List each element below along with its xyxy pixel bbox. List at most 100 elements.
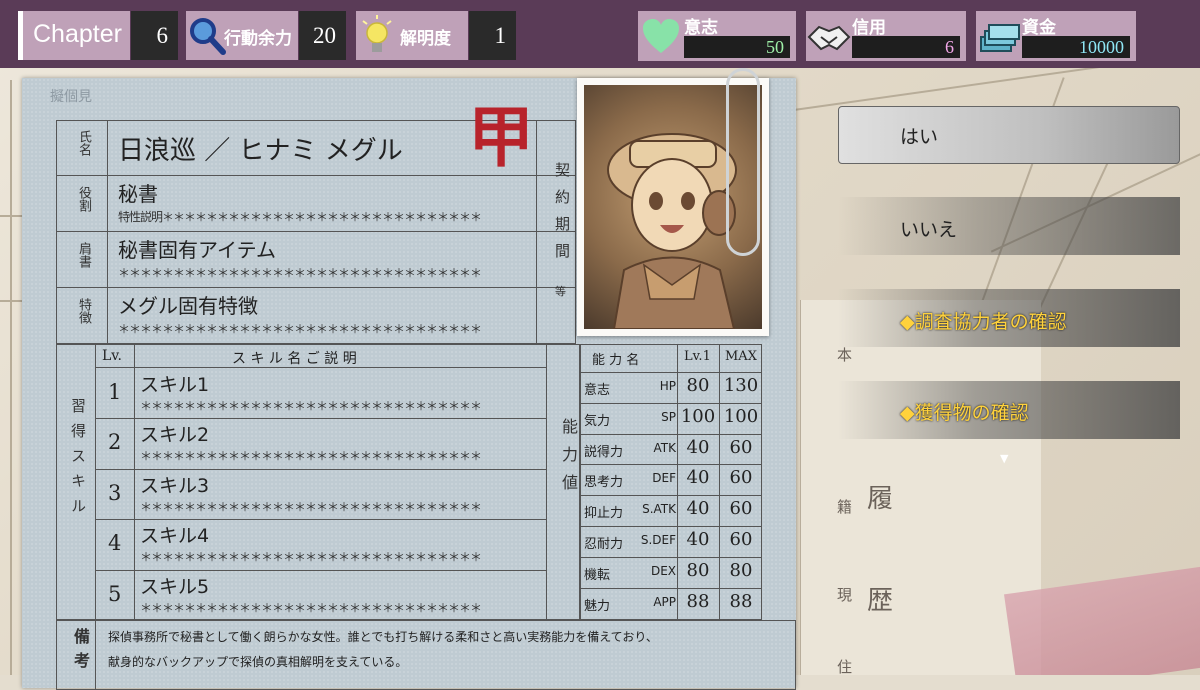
ability-lv1-value: 80 <box>686 559 710 581</box>
ability-code: HP <box>659 379 676 393</box>
trait-description: ＊＊＊＊＊＊＊＊＊＊＊＊＊＊＊＊＊＊＊＊＊＊＊＊＊＊＊＊＊＊＊＊＊ <box>118 322 482 336</box>
ability-name: 意志 <box>584 383 611 398</box>
paper-clip-icon <box>726 68 760 256</box>
ability-name: 思考力 <box>584 475 624 491</box>
ability-max-value: 60 <box>729 467 753 489</box>
heart-icon <box>643 19 679 53</box>
ability-lv1-value: 40 <box>686 498 710 520</box>
ability-lv1-value: 40 <box>686 436 710 458</box>
role-label: 役割 <box>76 186 91 212</box>
choice-yes-label: はい <box>900 126 939 148</box>
ability-code: ATK <box>653 440 676 455</box>
ability-code: SP <box>661 409 676 424</box>
choice-check-allies[interactable]: ◆調査協力者の確認 <box>838 289 1198 347</box>
action-chip: 行動余力 20 <box>186 11 346 60</box>
skill-description: ＊＊＊＊＊＊＊＊＊＊＊＊＊＊＊＊＊＊＊＊＊＊＊＊＊＊＊＊＊＊＊ <box>140 600 482 615</box>
ability-lv1-value: 40 <box>686 529 710 550</box>
skills-side-label: 習得スキル <box>69 398 87 523</box>
skill-level: 3 <box>108 480 122 505</box>
choice-check-items[interactable]: ◆獲得物の確認 <box>838 381 1198 439</box>
ability-name: 忍耐力 <box>584 537 624 552</box>
doc-label-4: 住 <box>837 658 853 675</box>
ability-max-value: 80 <box>729 559 753 581</box>
title-description: ＊＊＊＊＊＊＊＊＊＊＊＊＊＊＊＊＊＊＊＊＊＊＊＊＊＊＊＊＊＊＊＊＊ <box>118 266 482 280</box>
role-description: 特性説明＊＊＊＊＊＊＊＊＊＊＊＊＊＊＊＊＊＊＊＊＊＊＊＊＊＊＊＊＊ <box>118 210 482 224</box>
ability-code: APP <box>653 594 676 609</box>
contract-label: 契約期間 <box>553 162 571 270</box>
skill-name: スキル1 <box>140 374 210 396</box>
trust-stat: 信用 6 <box>806 11 966 61</box>
action-value: 20 <box>299 11 346 60</box>
ability-code: DEX <box>650 563 676 578</box>
clarity-value: 1 <box>469 11 516 60</box>
trait-value: メグル固有特徴 <box>118 294 258 318</box>
ability-max-value: 60 <box>729 498 753 520</box>
skill-description: ＊＊＊＊＊＊＊＊＊＊＊＊＊＊＊＊＊＊＊＊＊＊＊＊＊＊＊＊＊＊＊ <box>140 499 482 514</box>
skill-name: スキル4 <box>140 525 210 548</box>
skill-name: スキル3 <box>140 474 210 497</box>
ability-name: 気力 <box>584 413 611 429</box>
ability-lv1-value: 88 <box>686 590 710 612</box>
contract-small: 等 <box>555 285 566 298</box>
status-bar: Chapter 6 行動余力 20 解明度 1 意志 50 信用 6 資金 10… <box>0 0 1200 68</box>
ability-max-value: 100 <box>723 405 759 427</box>
ability-code: S.DEF <box>640 533 676 547</box>
choice-no-label: いいえ <box>900 219 958 241</box>
skill-level: 1 <box>108 380 122 404</box>
skill-name: スキル5 <box>140 575 210 598</box>
funds-label: 資金 <box>1022 18 1056 38</box>
title-value: 秘書固有アイテム <box>118 238 276 262</box>
skill-name: スキル2 <box>140 424 210 447</box>
ability-max-value: 88 <box>729 590 753 612</box>
ability-header-name: 能 力 名 <box>592 353 640 368</box>
clarity-label: 解明度 <box>400 29 451 49</box>
remarks-line-1: 探偵事務所で秘書として働く朗らかな女性。誰とでも打ち解ける柔和さと高い実務能力を… <box>108 630 658 644</box>
ability-code: S.ATK <box>642 502 676 517</box>
ability-lv1-value: 80 <box>686 375 710 396</box>
more-choices-indicator[interactable]: ▼ <box>1000 452 1008 465</box>
title-label: 肩書 <box>76 242 91 268</box>
skill-description: ＊＊＊＊＊＊＊＊＊＊＊＊＊＊＊＊＊＊＊＊＊＊＊＊＊＊＊＊＊＊＊ <box>140 550 482 565</box>
resume-document: 本 籍 現 住 履 歴 <box>800 300 1041 675</box>
trait-label: 特徴 <box>76 298 91 324</box>
choice-check-allies-label: ◆調査協力者の確認 <box>900 311 1067 333</box>
money-icon <box>980 24 1020 52</box>
character-name: 日浪巡 ／ ヒナミ メグル <box>118 136 403 166</box>
ability-header-lv1: Lv.1 <box>684 349 711 364</box>
choice-no[interactable]: いいえ <box>838 197 1198 255</box>
chapter-label: Chapter <box>33 20 122 48</box>
choice-check-items-label: ◆獲得物の確認 <box>900 402 1029 424</box>
doc-label-3: 現 <box>837 586 853 604</box>
ability-name: 機転 <box>584 567 611 583</box>
skill-description: ＊＊＊＊＊＊＊＊＊＊＊＊＊＊＊＊＊＊＊＊＊＊＊＊＊＊＊＊＊＊＊ <box>140 399 482 413</box>
clarity-chip: 解明度 1 <box>356 11 516 60</box>
skill-level: 5 <box>108 581 122 606</box>
ability-max-value: 60 <box>729 529 753 550</box>
ability-max-value: 60 <box>729 436 753 458</box>
action-label: 行動余力 <box>224 29 292 49</box>
name-label: 氏名 <box>76 130 91 156</box>
skill-description: ＊＊＊＊＊＊＊＊＊＊＊＊＊＊＊＊＊＊＊＊＊＊＊＊＊＊＊＊＊＊＊ <box>140 449 482 464</box>
skills-lv-header: Lv. <box>102 348 122 364</box>
chapter-value: 6 <box>131 11 178 60</box>
chapter-chip: Chapter 6 <box>18 11 178 60</box>
doc-label-1: 本 <box>837 346 853 364</box>
doc-label-2: 籍 <box>837 498 853 516</box>
handshake-icon <box>807 25 851 51</box>
ability-name: 抑止力 <box>584 506 624 522</box>
skill-level: 4 <box>108 531 122 556</box>
skills-header: ス キ ル 名 ご 説 明 <box>232 351 357 367</box>
magnifier-icon <box>190 18 226 55</box>
choice-yes[interactable]: はい <box>838 106 1198 164</box>
role-value: 秘書 <box>118 182 158 206</box>
grade-stamp: 甲 <box>468 98 534 176</box>
doc-title-2: 歴 <box>867 586 894 616</box>
ability-name: 魅力 <box>584 598 611 614</box>
ability-lv1-value: 100 <box>680 405 716 427</box>
remarks-line-2: 献身的なバックアップで探偵の真相解明を支えている。 <box>108 655 408 669</box>
ability-header-max: MAX <box>725 349 757 364</box>
ability-code: DEF <box>652 471 676 486</box>
trust-value: 6 <box>852 36 960 58</box>
funds-stat: 資金 10000 <box>976 11 1136 61</box>
ability-lv1-value: 40 <box>686 467 710 489</box>
